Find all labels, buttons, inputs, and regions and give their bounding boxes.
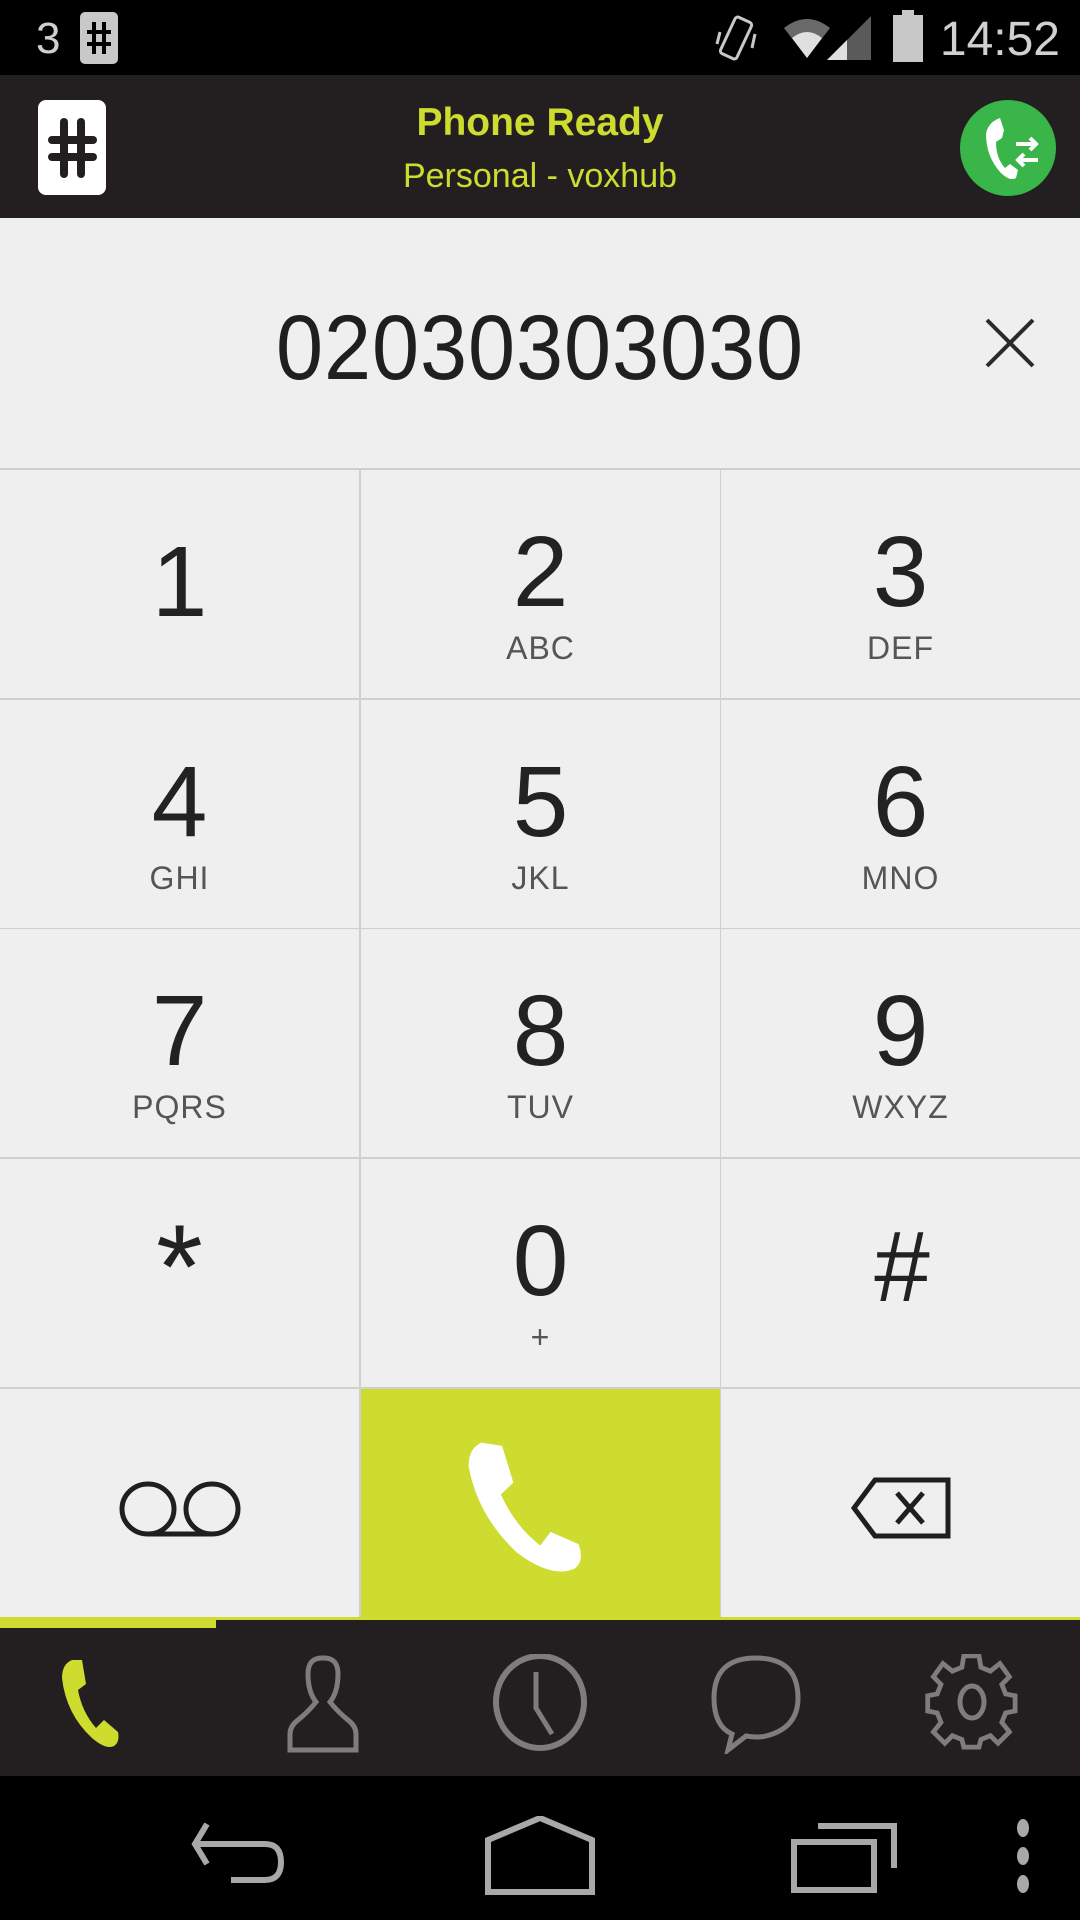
signal-icon [827,16,871,60]
dialpad: 1 2 ABC 3 DEF 4 GHI 5 JKL 6 MNO 7 PQRS 8… [0,468,1080,1617]
key-letters: JKL [511,860,570,896]
key-digit: # [872,1211,929,1323]
phone-icon [62,1660,119,1747]
key-digit: 6 [872,746,929,858]
phone-icon [468,1442,581,1572]
key-digit: 3 [872,516,929,628]
key-letters: + [530,1319,551,1355]
key-hash[interactable]: # [721,1159,1080,1387]
home-icon[interactable] [484,1816,596,1896]
clear-number-button[interactable] [975,308,1045,378]
call-transfer-icon [986,118,1039,180]
key-letters: WXYZ [852,1089,949,1125]
clock-icon [493,1654,587,1751]
key-letters: PQRS [132,1089,227,1125]
voicemail-icon [119,1481,241,1537]
key-2[interactable]: 2 ABC [361,470,720,698]
vibrate-icon [715,15,757,61]
key-3[interactable]: 3 DEF [721,470,1080,698]
account-subtitle[interactable]: Personal - voxhub [0,157,1080,196]
key-9[interactable]: 9 WXYZ [721,929,1080,1157]
dialed-number-field[interactable]: 02030303030 [43,296,1037,401]
close-icon [985,318,1035,368]
key-digit: * [156,1200,203,1334]
battery-icon [893,10,923,62]
key-letters: MNO [861,860,940,896]
back-icon[interactable] [185,1816,295,1896]
bottom-tab-bar [0,1620,1080,1776]
app-header: Phone Ready Personal - voxhub [0,75,1080,218]
key-digit: 5 [512,746,569,858]
active-tab-indicator [0,1620,216,1628]
key-digit: 1 [151,526,208,638]
key-digit: 7 [151,975,208,1087]
clock-time: 14:52 [939,13,1060,66]
tab-contacts[interactable] [216,1628,432,1776]
key-digit: 2 [512,516,569,628]
key-7[interactable]: 7 PQRS [0,929,359,1157]
status-bar: 3 14:52 [0,0,1080,75]
key-4[interactable]: 4 GHI [0,700,359,928]
key-0[interactable]: 0 + [361,1159,720,1387]
backspace-button[interactable] [721,1389,1080,1617]
number-display: 02030303030 [0,218,1080,468]
voicemail-button[interactable] [0,1389,359,1617]
connection-status-title: Phone Ready [416,101,664,144]
tab-messages[interactable] [648,1628,864,1776]
key-8[interactable]: 8 TUV [361,929,720,1157]
key-letters: DEF [867,630,934,666]
recents-icon[interactable] [790,1816,900,1896]
key-letters: TUV [507,1089,574,1125]
tab-recents[interactable] [432,1628,648,1776]
tab-settings[interactable] [864,1628,1080,1776]
key-digit: 9 [872,975,929,1087]
notification-count: 3 [36,14,61,63]
key-digit: 0 [512,1205,569,1317]
overflow-menu-icon[interactable] [1008,1816,1038,1896]
backspace-icon [851,1477,951,1539]
key-1[interactable]: 1 [0,470,359,698]
person-icon [287,1655,359,1753]
app-hash-icon [80,12,118,64]
key-digit: 4 [151,746,208,858]
call-transfer-button[interactable] [960,100,1056,196]
system-navigation-bar [0,1776,1080,1920]
gear-icon [925,1654,1018,1750]
tab-dialer[interactable] [0,1628,216,1776]
call-button[interactable] [361,1389,720,1617]
key-5[interactable]: 5 JKL [361,700,720,928]
key-letters: GHI [149,860,210,896]
key-star[interactable]: * [0,1159,359,1387]
key-6[interactable]: 6 MNO [721,700,1080,928]
key-letters: ABC [506,630,575,666]
key-digit: 8 [512,975,569,1087]
chat-bubble-icon [711,1655,801,1754]
